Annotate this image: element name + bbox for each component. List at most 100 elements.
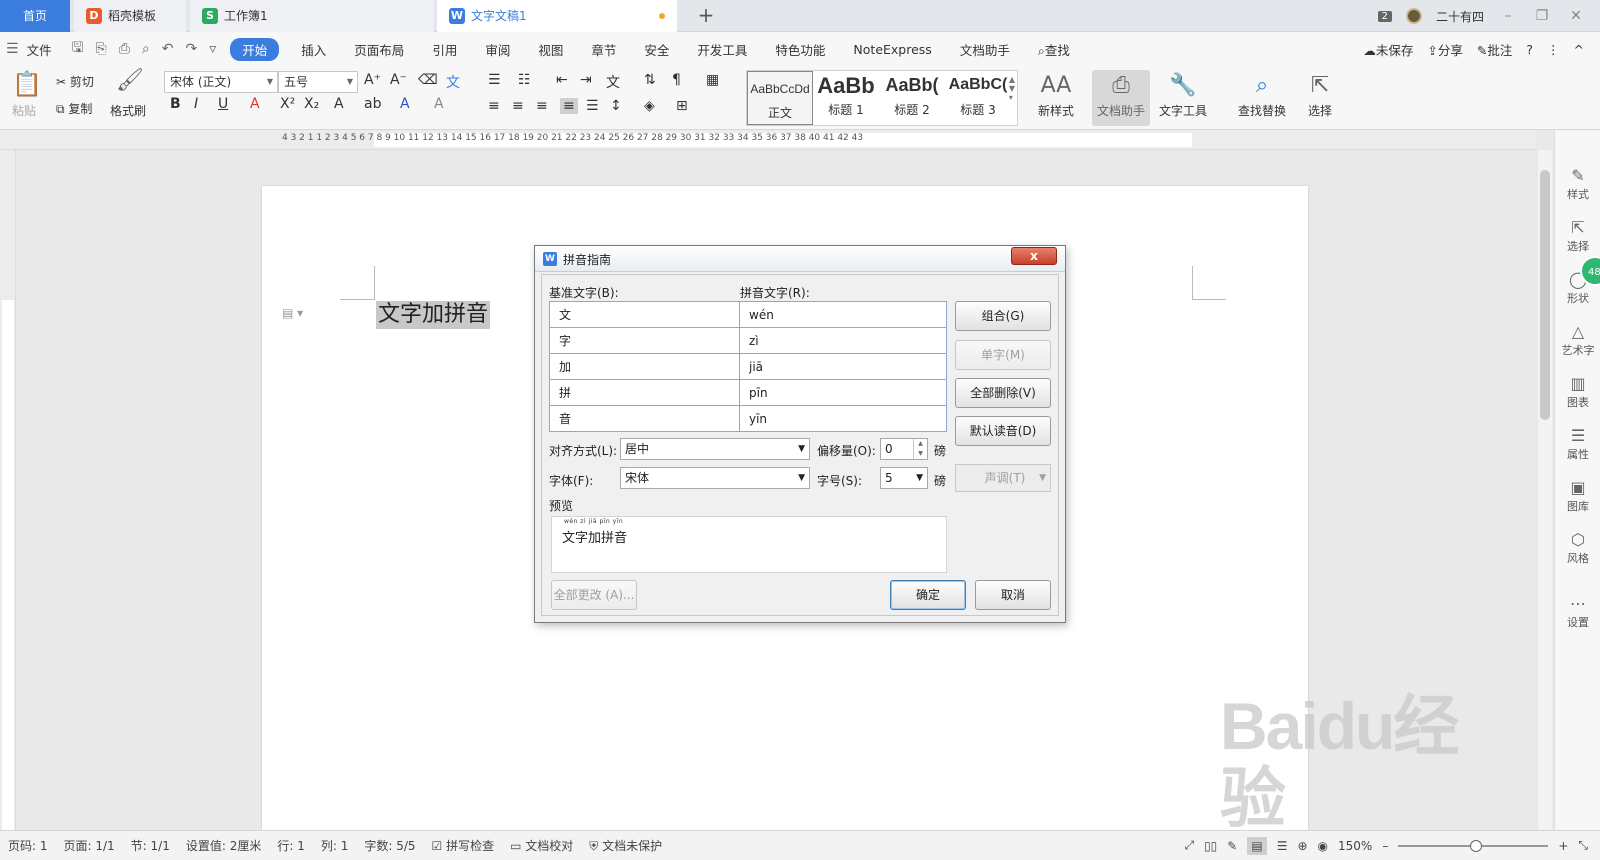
menu-developer[interactable]: 开发工具 bbox=[683, 40, 761, 59]
group-button[interactable]: 组合(G) bbox=[955, 301, 1051, 331]
more-icon[interactable]: ⋮ bbox=[1547, 42, 1560, 57]
eye-protect-icon[interactable]: ◉ bbox=[1318, 839, 1328, 853]
menu-noteexpress[interactable]: NoteExpress bbox=[839, 42, 945, 57]
help-icon[interactable]: ? bbox=[1526, 42, 1533, 57]
sidebar-item-style[interactable]: ✎ 样式 bbox=[1555, 166, 1600, 202]
change-all-button[interactable]: 全部更改 (A)... bbox=[551, 580, 637, 610]
sidebar-item-theme[interactable]: ⬡ 风格 bbox=[1555, 530, 1600, 566]
paragraph-handle-icon[interactable]: ▤ ▾ bbox=[282, 306, 303, 320]
protect-button[interactable]: ⛨ 文档未保护 bbox=[581, 837, 670, 854]
base-text-cell[interactable]: 字 bbox=[549, 327, 740, 354]
window-count-badge[interactable]: 2 bbox=[1377, 10, 1392, 22]
save-icon[interactable]: 🖫 bbox=[66, 37, 90, 61]
default-reading-button[interactable]: 默认读音(D) bbox=[955, 416, 1051, 446]
ruby-text-cell[interactable]: pīn bbox=[739, 379, 947, 406]
vertical-ruler[interactable] bbox=[0, 150, 16, 830]
menu-features[interactable]: 特色功能 bbox=[761, 40, 839, 59]
bold-icon[interactable]: B bbox=[170, 96, 181, 112]
char-shading-icon[interactable]: A bbox=[434, 96, 444, 112]
format-painter-button[interactable]: 格式刷 bbox=[110, 102, 146, 119]
text-tools-button[interactable]: 🔧 文字工具 bbox=[1154, 70, 1212, 126]
ruby-text-cell[interactable]: zì bbox=[739, 327, 947, 354]
vertical-scrollbar[interactable] bbox=[1538, 150, 1552, 830]
cancel-button[interactable]: 取消 bbox=[975, 580, 1051, 610]
status-col[interactable]: 列: 1 bbox=[313, 837, 357, 854]
distribute-icon[interactable]: ☰ bbox=[586, 98, 599, 114]
menu-home[interactable]: 开始 bbox=[230, 37, 280, 61]
zoom-slider-knob[interactable] bbox=[1470, 839, 1483, 852]
avatar[interactable] bbox=[1405, 8, 1422, 24]
zoom-out-icon[interactable]: – bbox=[1382, 839, 1388, 853]
new-tab-button[interactable]: + bbox=[694, 4, 718, 28]
fit-page-icon[interactable]: ⤡ bbox=[1578, 838, 1588, 853]
close-window-icon[interactable]: ✕ bbox=[1566, 8, 1586, 24]
fullscreen-icon[interactable]: ⤢ bbox=[1184, 838, 1194, 853]
outline-view-icon[interactable]: ☰ bbox=[1277, 839, 1288, 853]
justify-icon[interactable]: ≡ bbox=[560, 98, 578, 114]
font-color-icon[interactable]: A bbox=[400, 96, 410, 112]
sidebar-item-select[interactable]: ⇱ 选择 bbox=[1555, 218, 1600, 254]
tab-home[interactable]: 首页 bbox=[0, 0, 70, 32]
menu-doc-assistant[interactable]: 文档助手 bbox=[946, 40, 1024, 59]
menu-references[interactable]: 引用 bbox=[418, 40, 471, 59]
menu-chapter[interactable]: 章节 bbox=[577, 40, 630, 59]
status-page[interactable]: 页码: 1 bbox=[0, 837, 56, 854]
zoom-slider[interactable] bbox=[1398, 839, 1549, 852]
reading-view-icon[interactable]: ▯▯ bbox=[1204, 839, 1217, 853]
shrink-font-icon[interactable]: A⁻ bbox=[390, 72, 407, 88]
status-words[interactable]: 字数: 5/5 bbox=[356, 837, 423, 854]
shading-icon[interactable]: ◈ bbox=[644, 98, 655, 114]
style-heading-3[interactable]: AaBbC( 标题 3 bbox=[945, 71, 1011, 125]
new-style-button[interactable]: AA 新样式 bbox=[1030, 70, 1082, 126]
align-center-icon[interactable]: ≡ bbox=[512, 98, 524, 114]
underline-icon[interactable]: U bbox=[218, 96, 228, 112]
sidebar-item-properties[interactable]: ☰ 属性 bbox=[1555, 426, 1600, 462]
status-pages[interactable]: 页面: 1/1 bbox=[56, 837, 123, 854]
undo-icon[interactable]: ↶ bbox=[156, 41, 180, 57]
web-view-icon[interactable]: ⊕ bbox=[1297, 839, 1307, 853]
share-button[interactable]: ⇪分享 bbox=[1427, 40, 1463, 59]
italic-icon[interactable]: I bbox=[194, 96, 198, 112]
offset-input[interactable]: 0 ▲ ▼ bbox=[880, 438, 928, 460]
print-preview-icon[interactable]: ⌕ bbox=[136, 41, 156, 57]
increase-indent-icon[interactable]: ⇥ bbox=[580, 72, 592, 88]
base-text-cell[interactable]: 拼 bbox=[549, 379, 740, 406]
ok-button[interactable]: 确定 bbox=[890, 580, 966, 610]
text-effect-icon[interactable]: A bbox=[334, 96, 344, 112]
find-replace-button[interactable]: ⌕ 查找替换 bbox=[1232, 70, 1292, 126]
collapse-ribbon-icon[interactable]: ^ bbox=[1574, 42, 1584, 57]
sidebar-item-wordart[interactable]: △ 艺术字 bbox=[1555, 322, 1600, 358]
numbering-icon[interactable]: ☷ bbox=[518, 72, 531, 88]
single-char-button[interactable]: 单字(M) bbox=[955, 340, 1051, 370]
zoom-in-icon[interactable]: + bbox=[1558, 839, 1568, 853]
cloud-save-button[interactable]: ☁未保存 bbox=[1363, 40, 1413, 59]
subscript-icon[interactable]: X₂ bbox=[304, 96, 319, 112]
clear-all-button[interactable]: 全部删除(V) bbox=[955, 378, 1051, 408]
menu-search[interactable]: ⌕查找 bbox=[1024, 40, 1084, 59]
username[interactable]: 二十有四 bbox=[1436, 8, 1484, 25]
sidebar-item-gallery[interactable]: ▣ 图库 bbox=[1555, 478, 1600, 514]
dialog-close-button[interactable]: x bbox=[1011, 247, 1057, 265]
page-view-icon[interactable]: ▤ bbox=[1247, 836, 1267, 855]
superscript-icon[interactable]: X² bbox=[280, 96, 295, 112]
status-section[interactable]: 节: 1/1 bbox=[123, 837, 178, 854]
zoom-level[interactable]: 150% bbox=[1338, 839, 1372, 853]
grow-font-icon[interactable]: A⁺ bbox=[364, 72, 381, 88]
menu-insert[interactable]: 插入 bbox=[287, 40, 340, 59]
select-button[interactable]: ⇱ 选择 bbox=[1300, 70, 1340, 126]
tab-template[interactable]: D 稻壳模板 bbox=[74, 0, 186, 32]
selected-text[interactable]: 文字加拼音 bbox=[376, 301, 491, 329]
base-text-cell[interactable]: 音 bbox=[549, 405, 740, 432]
menu-security[interactable]: 安全 bbox=[630, 40, 683, 59]
clear-format-icon[interactable]: ⌫ bbox=[418, 72, 438, 88]
hamburger-icon[interactable]: ☰ bbox=[0, 41, 25, 57]
write-view-icon[interactable]: ✎ bbox=[1227, 839, 1237, 853]
pinyin-guide-icon[interactable]: 文 bbox=[446, 72, 460, 92]
decrease-indent-icon[interactable]: ⇤ bbox=[556, 72, 568, 88]
style-heading-1[interactable]: AaBb 标题 1 bbox=[813, 71, 879, 125]
spinner-icon[interactable]: ▲ ▼ bbox=[913, 439, 927, 459]
align-right-icon[interactable]: ≡ bbox=[536, 98, 548, 114]
ruby-text-cell[interactable]: jiā bbox=[739, 353, 947, 380]
paste-icon[interactable]: 📋 bbox=[12, 70, 42, 98]
horizontal-ruler[interactable]: 4 3 2 1 1 2 3 4 5 6 7 8 9 10 11 12 13 14… bbox=[0, 130, 1536, 150]
